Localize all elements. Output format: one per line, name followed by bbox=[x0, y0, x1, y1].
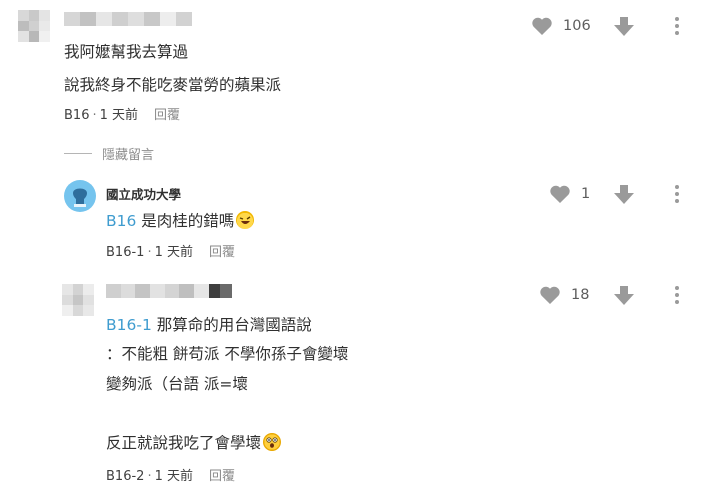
reply-button[interactable]: 回覆 bbox=[209, 469, 235, 484]
reply-meta: B16-2 · 1 天前 回覆 bbox=[106, 469, 235, 485]
timestamp: 1 天前 bbox=[99, 108, 139, 123]
avatar[interactable] bbox=[62, 284, 94, 316]
separator-dot: · bbox=[92, 108, 97, 123]
reply-b16-2: B16-1 那算命的用台灣國語說 ：不能粗 餅苟派 不學你孫子會變壞 變夠派（台… bbox=[0, 278, 714, 494]
comment-actions: 106 bbox=[531, 14, 591, 38]
reply-text-line: B16-1 那算命的用台灣國語說 bbox=[106, 315, 312, 335]
floor-label[interactable]: B16-2 bbox=[106, 469, 144, 484]
like-button[interactable]: 18 bbox=[539, 285, 589, 305]
arrow-down-icon[interactable] bbox=[613, 15, 635, 37]
shocked-face-emoji bbox=[263, 433, 282, 451]
reply-text-content: 是肉桂的錯嗎 bbox=[136, 212, 235, 230]
floor-label[interactable]: B16-1 bbox=[106, 245, 144, 260]
rolling-laughing-emoji bbox=[236, 211, 255, 229]
like-count: 1 bbox=[581, 186, 591, 202]
more-options-icon[interactable] bbox=[674, 185, 680, 203]
timestamp: 1 天前 bbox=[154, 469, 193, 484]
arrow-down-icon[interactable] bbox=[613, 183, 635, 205]
like-button[interactable]: 1 bbox=[549, 184, 597, 204]
reply-button[interactable]: 回覆 bbox=[154, 108, 180, 123]
comment-text-line: 我阿嬤幫我去算過 bbox=[64, 43, 189, 61]
author-name-pixelated[interactable] bbox=[64, 12, 192, 26]
arrow-down-icon[interactable] bbox=[613, 284, 635, 306]
reply-actions: 18 bbox=[539, 283, 589, 307]
author-name-pixelated[interactable] bbox=[106, 284, 233, 298]
reply-text-content: 那算命的用台灣國語說 bbox=[151, 316, 312, 334]
more-options-icon[interactable] bbox=[674, 286, 680, 304]
author-name[interactable]: 國立成功大學 bbox=[106, 184, 181, 203]
floor-mention-link[interactable]: B16 bbox=[106, 212, 136, 230]
reply-text: B16 是肉桂的錯嗎 bbox=[106, 211, 255, 231]
comment-meta: B16 · 1 天前 回覆 bbox=[64, 108, 180, 124]
reply-text-line: ：不能粗 餅苟派 不學你孫子會變壞 bbox=[106, 345, 349, 363]
heart-icon bbox=[540, 286, 560, 304]
reply-meta: B16-1 · 1 天前 回覆 bbox=[106, 245, 235, 261]
heart-icon bbox=[550, 185, 570, 203]
reply-text-content: 反正就說我吃了會學壞 bbox=[106, 434, 262, 452]
university-avatar-icon[interactable] bbox=[64, 180, 96, 212]
separator-dot: · bbox=[147, 245, 152, 260]
separator-dot: · bbox=[147, 469, 152, 484]
reply-button[interactable]: 回覆 bbox=[209, 245, 235, 260]
reply-b16-1: 國立成功大學 B16 是肉桂的錯嗎 B16-1 · 1 天前 回覆 1 bbox=[0, 170, 714, 270]
hide-replies-label: 隱藏留言 bbox=[102, 148, 155, 163]
comment-text-line: 說我終身不能吃麥當勞的蘋果派 bbox=[64, 76, 282, 94]
floor-mention-link[interactable]: B16-1 bbox=[106, 316, 152, 334]
hide-replies-toggle[interactable]: 隱藏留言 bbox=[64, 144, 154, 163]
heart-icon bbox=[532, 17, 552, 35]
reply-text-line: 變夠派（台語 派=壞 bbox=[106, 375, 248, 393]
floor-label[interactable]: B16 bbox=[64, 108, 89, 123]
more-options-icon[interactable] bbox=[674, 17, 680, 35]
like-count: 18 bbox=[571, 287, 590, 303]
like-count: 106 bbox=[563, 18, 591, 34]
comment-b16: 我阿嬤幫我去算過 說我終身不能吃麥當勞的蘋果派 B16 · 1 天前 回覆 106 bbox=[0, 0, 714, 140]
avatar[interactable] bbox=[18, 10, 50, 42]
divider-line bbox=[64, 153, 92, 154]
reply-actions: 1 bbox=[549, 182, 597, 206]
reply-text-line: 反正就說我吃了會學壞 bbox=[106, 433, 282, 453]
timestamp: 1 天前 bbox=[154, 245, 193, 260]
like-button[interactable]: 106 bbox=[531, 16, 591, 36]
